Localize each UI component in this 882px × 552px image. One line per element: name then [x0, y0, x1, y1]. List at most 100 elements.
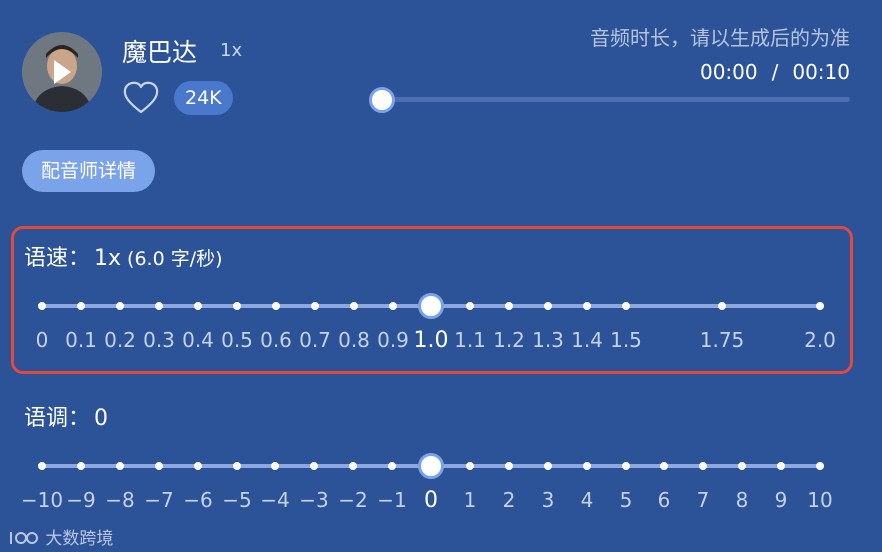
voice-detail-button[interactable]: 配音师详情: [22, 150, 156, 192]
pitch-tick-label[interactable]: −7: [144, 488, 173, 512]
speed-tick-label[interactable]: 0.7: [299, 328, 331, 352]
pitch-tick-label[interactable]: −2: [338, 488, 367, 512]
speed-tick-dot[interactable]: [583, 302, 591, 310]
speed-tick-dot[interactable]: [350, 302, 358, 310]
speed-tick-label[interactable]: 1.75: [700, 328, 745, 352]
speed-tick-label[interactable]: 1.5: [610, 328, 642, 352]
watermark: 大数跨境: [8, 524, 113, 549]
speed-tick-dot[interactable]: [389, 302, 397, 310]
pitch-tick-dot[interactable]: [699, 462, 707, 470]
pitch-tick-dot[interactable]: [816, 462, 824, 470]
pitch-tick-dot[interactable]: [544, 462, 552, 470]
pitch-tick-label[interactable]: 3: [542, 488, 555, 512]
speed-tick-label[interactable]: 0.4: [182, 328, 214, 352]
speed-value: 1x: [94, 246, 122, 271]
pitch-tick-label[interactable]: 1: [464, 488, 477, 512]
speed-tick-dot[interactable]: [77, 302, 85, 310]
watermark-text: 大数跨境: [45, 529, 114, 549]
pitch-tick-label[interactable]: 8: [736, 488, 749, 512]
speed-tick-dot[interactable]: [311, 302, 319, 310]
speed-tick-label[interactable]: 1.2: [493, 328, 525, 352]
pitch-tick-label[interactable]: −1: [377, 488, 406, 512]
total-time: 00:10: [792, 60, 850, 84]
pitch-tick-label[interactable]: 5: [620, 488, 633, 512]
speed-tick-dot[interactable]: [505, 302, 513, 310]
pitch-tick-dot[interactable]: [310, 462, 318, 470]
like-count-badge: 24K: [174, 81, 233, 115]
speed-tick-label[interactable]: 1.4: [571, 328, 603, 352]
pitch-tick-label[interactable]: −5: [222, 488, 251, 512]
speed-tick-label[interactable]: 0.2: [104, 328, 136, 352]
pitch-tick-dot[interactable]: [194, 462, 202, 470]
pitch-tick-dot[interactable]: [660, 462, 668, 470]
speed-tick-label[interactable]: 1.1: [454, 328, 486, 352]
pitch-label-row: 语调： 0: [24, 400, 108, 432]
time-separator: /: [771, 60, 779, 84]
audio-progress-thumb[interactable]: [369, 87, 395, 113]
speed-tick-label[interactable]: 1.0: [414, 328, 449, 353]
pitch-tick-dot[interactable]: [77, 462, 85, 470]
audio-progress-track[interactable]: [380, 97, 850, 102]
pitch-tick-label[interactable]: −10: [21, 488, 63, 512]
pitch-tick-label[interactable]: −8: [105, 488, 134, 512]
pitch-tick-dot[interactable]: [583, 462, 591, 470]
speed-thumb[interactable]: [418, 293, 444, 319]
speed-label-row: 语速： 1x (6.0 字/秒): [24, 240, 223, 272]
speed-tick-dot[interactable]: [272, 302, 280, 310]
heart-icon[interactable]: [122, 80, 160, 116]
pitch-tick-dot[interactable]: [738, 462, 746, 470]
speed-tick-dot[interactable]: [622, 302, 630, 310]
speed-tick-dot[interactable]: [233, 302, 241, 310]
pitch-tick-dot[interactable]: [466, 462, 474, 470]
audio-time: 00:00 / 00:10: [700, 60, 850, 84]
pitch-label: 语调：: [24, 406, 91, 431]
audio-duration-note: 音频时长，请以生成后的为准: [590, 26, 850, 50]
pitch-tick-label[interactable]: 7: [697, 488, 710, 512]
pitch-tick-dot[interactable]: [388, 462, 396, 470]
speed-tick-label[interactable]: 0.8: [338, 328, 370, 352]
pitch-tick-label[interactable]: −4: [260, 488, 289, 512]
speed-tick-label[interactable]: 1.3: [532, 328, 564, 352]
pitch-tick-dot[interactable]: [116, 462, 124, 470]
speed-label: 语速：: [24, 246, 91, 271]
pitch-tick-label[interactable]: 10: [807, 488, 832, 512]
speed-tick-label[interactable]: 0: [36, 328, 49, 352]
play-icon[interactable]: [51, 58, 73, 86]
pitch-tick-label[interactable]: 6: [658, 488, 671, 512]
voice-avatar[interactable]: [22, 32, 102, 112]
speed-tick-dot[interactable]: [38, 302, 46, 310]
voice-speed-tag: 1x: [220, 40, 243, 61]
speed-tick-dot[interactable]: [718, 302, 726, 310]
speed-tick-label[interactable]: 0.6: [260, 328, 292, 352]
speed-tick-label[interactable]: 0.1: [65, 328, 97, 352]
speed-tick-dot[interactable]: [155, 302, 163, 310]
pitch-tick-label[interactable]: 4: [581, 488, 594, 512]
speed-tick-label[interactable]: 2.0: [804, 328, 836, 352]
pitch-tick-label[interactable]: −9: [66, 488, 95, 512]
pitch-tick-label[interactable]: 0: [424, 488, 438, 513]
speed-tick-label[interactable]: 0.9: [377, 328, 409, 352]
pitch-tick-label[interactable]: 2: [503, 488, 516, 512]
pitch-tick-dot[interactable]: [155, 462, 163, 470]
speed-tick-label[interactable]: 0.3: [143, 328, 175, 352]
speed-rate: (6.0 字/秒): [127, 248, 223, 270]
pitch-tick-dot[interactable]: [505, 462, 513, 470]
pitch-tick-dot[interactable]: [349, 462, 357, 470]
pitch-tick-dot[interactable]: [622, 462, 630, 470]
speed-tick-dot[interactable]: [194, 302, 202, 310]
pitch-tick-dot[interactable]: [38, 462, 46, 470]
speed-tick-dot[interactable]: [116, 302, 124, 310]
speed-tick-dot[interactable]: [544, 302, 552, 310]
speed-tick-label[interactable]: 0.5: [221, 328, 253, 352]
pitch-tick-label[interactable]: −6: [183, 488, 212, 512]
pitch-thumb[interactable]: [418, 453, 444, 479]
pitch-tick-dot[interactable]: [777, 462, 785, 470]
logo-icon: [10, 532, 38, 544]
speed-tick-dot[interactable]: [816, 302, 824, 310]
pitch-tick-dot[interactable]: [233, 462, 241, 470]
pitch-tick-label[interactable]: 9: [775, 488, 788, 512]
pitch-tick-label[interactable]: −3: [299, 488, 328, 512]
pitch-tick-dot[interactable]: [271, 462, 279, 470]
speed-tick-dot[interactable]: [466, 302, 474, 310]
pitch-value: 0: [94, 406, 109, 431]
